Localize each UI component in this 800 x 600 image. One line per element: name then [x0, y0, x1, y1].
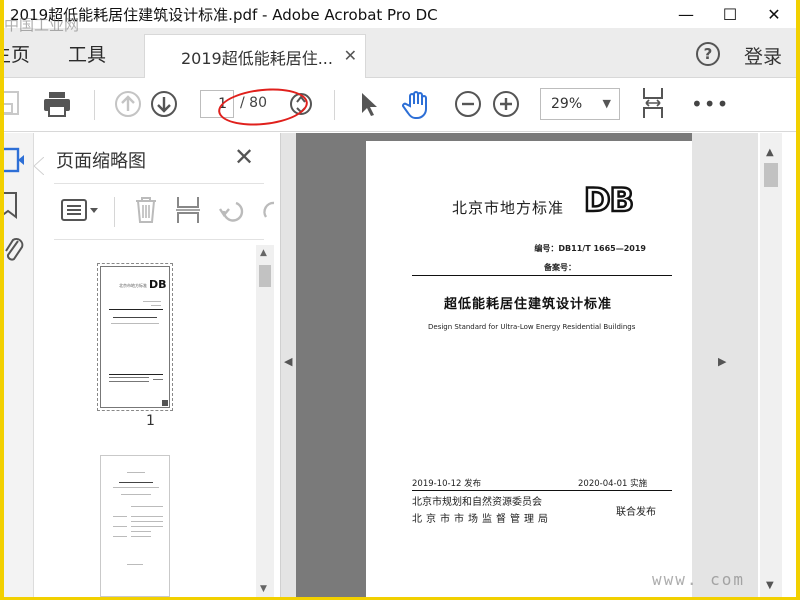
minimize-button[interactable]: — [664, 0, 708, 28]
scroll-down-icon[interactable]: ▼ [260, 584, 267, 594]
zoom-caret-icon[interactable]: ▼ [603, 97, 611, 110]
standard-code: 编号：DB11/T 1665—2019 [534, 244, 646, 253]
tab-home[interactable]: 主页 [4, 40, 30, 67]
collapse-right-pane-button[interactable]: ▶ [692, 133, 758, 597]
pdf-page: 北京市地方标准 DB 编号：DB11/T 1665—2019 备案号： 超低能耗… [366, 141, 692, 597]
panel-divider [54, 239, 264, 240]
tab-document[interactable]: 2019超低能耗居住... ✕ [144, 34, 366, 79]
zoom-value: 29% [551, 96, 583, 112]
chevron-left-icon: ◀ [284, 355, 293, 368]
implement-date: 2020-04-01 实施 [578, 479, 648, 489]
document-scrollbar[interactable]: ▲ ▼ [760, 133, 782, 597]
zoom-select[interactable]: 29% ▼ [540, 88, 620, 120]
standard-label: 北京市地方标准 [452, 199, 565, 217]
acrobat-window: 2019超低能耗居住建筑设计标准.pdf - Adobe Acrobat Pro… [4, 0, 796, 597]
thumb-logo: DB [149, 278, 167, 291]
page-thumbnails-icon[interactable] [4, 147, 24, 173]
bookmark-icon[interactable] [4, 191, 20, 219]
thumb-label: 北京市地方标准 [119, 283, 147, 288]
page-up-icon[interactable] [114, 90, 142, 118]
hand-tool-icon[interactable] [402, 90, 434, 120]
close-panel-button[interactable]: ✕ [234, 143, 254, 171]
scroll-up-icon[interactable]: ▲ [260, 248, 267, 258]
tab-tools[interactable]: 工具 [68, 40, 106, 67]
toolbar-divider [94, 90, 95, 120]
page-fit-icon[interactable] [640, 86, 666, 120]
document-title: 超低能耗居住建筑设计标准 [444, 297, 613, 312]
zoom-out-icon[interactable] [454, 90, 482, 118]
print-icon[interactable] [42, 90, 72, 118]
header-rule [412, 275, 672, 276]
watermark-bottom-right: www. com [652, 570, 746, 589]
undo-icon[interactable] [214, 195, 278, 225]
options-menu-icon[interactable] [60, 197, 100, 223]
footer-rule [412, 490, 672, 491]
save-icon[interactable] [4, 90, 20, 116]
scroll-thumb[interactable] [764, 163, 778, 187]
page-thumbnail[interactable]: 北京市地方标准 DB [97, 263, 173, 411]
scroll-thumb[interactable] [259, 265, 271, 287]
page-down-icon[interactable] [150, 90, 178, 118]
panel-toolbar-divider [114, 197, 115, 227]
collapse-left-pane-button[interactable]: ◀ [280, 133, 296, 597]
maximize-button[interactable]: ☐ [708, 0, 752, 28]
issuer-1: 北京市规划和自然资源委员会 [412, 497, 542, 508]
zoom-in-icon[interactable] [492, 90, 520, 118]
watermark-top-left: 中国工业网 [4, 16, 80, 34]
document-viewport[interactable]: 北京市地方标准 DB 编号：DB11/T 1665—2019 备案号： 超低能耗… [296, 133, 692, 597]
toolbar: 1 / 80 29% ▼ ••• [4, 78, 796, 132]
publish-date: 2019-10-12 发布 [412, 479, 482, 489]
db-logo: DB [583, 180, 635, 221]
page-thumbnail[interactable] [100, 455, 170, 597]
panel-title: 页面缩略图 [56, 151, 146, 172]
thumbnail-panel: 页面缩略图 ✕ 北京市地方标准 DB 1 ▲ ▼ [34, 133, 278, 597]
joint-issue: 联合发布 [616, 507, 656, 518]
scroll-down-icon[interactable]: ▼ [766, 580, 774, 591]
panel-pointer [34, 157, 44, 175]
document-tab-label: 2019超低能耗居住... [181, 49, 333, 68]
scroll-up-icon[interactable]: ▲ [766, 147, 774, 158]
delete-icon[interactable] [132, 195, 160, 225]
panel-divider [54, 183, 264, 184]
panel-scrollbar[interactable]: ▲ ▼ [256, 245, 274, 597]
left-rail [4, 133, 34, 597]
select-cursor-icon[interactable] [358, 90, 380, 118]
close-tab-button[interactable]: ✕ [344, 46, 357, 65]
close-window-button[interactable]: ✕ [752, 0, 796, 28]
more-icon[interactable]: ••• [691, 92, 729, 116]
record-number: 备案号： [544, 263, 576, 272]
help-icon[interactable]: ? [696, 42, 720, 66]
attachment-icon[interactable] [4, 235, 24, 263]
document-title-english: Design Standard for Ultra-Low Energy Res… [428, 323, 636, 331]
tab-bar: 主页 工具 2019超低能耗居住... ✕ ? 登录 [4, 28, 796, 79]
issuer-2: 北京市市场监督管理局 [412, 514, 552, 525]
login-link[interactable]: 登录 [744, 42, 782, 69]
title-bar: 2019超低能耗居住建筑设计标准.pdf - Adobe Acrobat Pro… [4, 0, 796, 28]
extract-icon[interactable] [174, 195, 202, 225]
chevron-right-icon: ▶ [718, 355, 727, 368]
toolbar-divider [334, 90, 335, 120]
window-controls: — ☐ ✕ [664, 0, 796, 28]
thumbnail-page-number: 1 [146, 413, 155, 429]
